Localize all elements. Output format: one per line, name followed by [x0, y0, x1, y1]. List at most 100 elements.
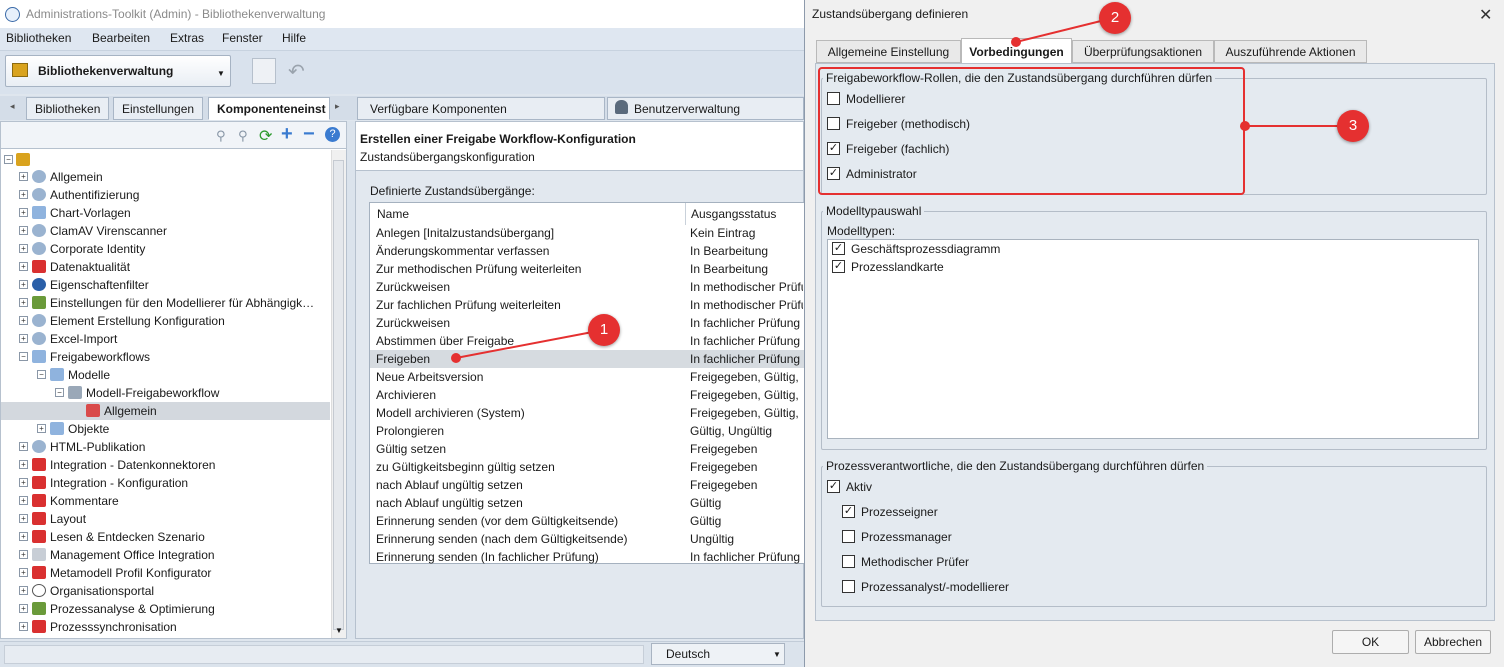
refresh-icon[interactable]: ⟳: [259, 126, 272, 146]
table-cell-name[interactable]: Modell archivieren (System): [376, 404, 682, 422]
expand-icon[interactable]: +: [19, 316, 28, 325]
expand-icon[interactable]: +: [19, 442, 28, 451]
tab-auszufuehrende-aktionen[interactable]: Auszuführende Aktionen: [1214, 40, 1367, 63]
tree-item[interactable]: + Lesen & Entdecken Szenario: [19, 528, 337, 546]
chevron-down-icon[interactable]: ▼: [217, 69, 225, 78]
expand-icon[interactable]: +: [19, 190, 28, 199]
table-cell-name[interactable]: Archivieren: [376, 386, 682, 404]
tree-item[interactable]: + Eigenschaftenfilter: [19, 276, 337, 294]
tree-item[interactable]: + Allgemein: [19, 168, 337, 186]
table-cell-name[interactable]: nach Ablauf ungültig setzen: [376, 494, 682, 512]
expand-icon[interactable]: +: [19, 208, 28, 217]
tree-item[interactable]: + Prozesssynchronisation: [19, 618, 337, 636]
language-select[interactable]: Deutsch: [651, 643, 785, 665]
tree-item[interactable]: + Integration - Konfiguration: [19, 474, 337, 492]
table-cell-status[interactable]: Freigegeben: [690, 440, 803, 458]
column-divider[interactable]: [685, 203, 686, 225]
expand-icon[interactable]: +: [19, 496, 28, 505]
ok-button[interactable]: OK: [1332, 630, 1409, 654]
table-cell-name[interactable]: Erinnerung senden (vor dem Gültigkeitsen…: [376, 512, 682, 530]
table-cell-name[interactable]: nach Ablauf ungültig setzen: [376, 476, 682, 494]
table-cell-name[interactable]: Freigeben: [376, 350, 682, 368]
table-cell-status[interactable]: Gültig, Ungültig: [690, 422, 803, 440]
table-cell-status[interactable]: In fachlicher Prüfung: [690, 314, 803, 332]
menu-extras[interactable]: Extras: [170, 31, 204, 45]
table-cell-status[interactable]: In fachlicher Prüfung: [690, 548, 803, 566]
expand-icon[interactable]: +: [19, 460, 28, 469]
table-cell-name[interactable]: Neue Arbeitsversion: [376, 368, 682, 386]
menu-bibliotheken[interactable]: Bibliotheken: [6, 31, 71, 45]
table-cell-status[interactable]: Freigegeben: [690, 458, 803, 476]
tree-item[interactable]: + Corporate Identity: [19, 240, 337, 258]
table-cell-status[interactable]: Gültig: [690, 512, 803, 530]
expand-icon[interactable]: +: [19, 172, 28, 181]
tree-item[interactable]: + Datenaktualität: [19, 258, 337, 276]
column-header-name[interactable]: Name: [377, 204, 409, 224]
splitter-handle[interactable]: [347, 121, 355, 639]
column-header-status[interactable]: Ausgangsstatus: [691, 204, 776, 224]
expand-icon[interactable]: +: [19, 514, 28, 523]
close-icon[interactable]: ✕: [1479, 5, 1492, 25]
expand-icon[interactable]: +: [19, 532, 28, 541]
menu-fenster[interactable]: Fenster: [222, 31, 263, 45]
remove-icon[interactable]: −: [303, 123, 315, 146]
tree-item[interactable]: Allgemein: [73, 402, 337, 420]
expand-icon[interactable]: +: [19, 280, 28, 289]
scroll-down-icon[interactable]: ▼: [335, 626, 343, 635]
expand-icon[interactable]: +: [19, 550, 28, 559]
expand-icon[interactable]: +: [19, 334, 28, 343]
tab-ueberpruefungsaktionen[interactable]: Überprüfungsaktionen: [1072, 40, 1214, 63]
expand-icon[interactable]: +: [19, 226, 28, 235]
owner-checkbox[interactable]: [842, 580, 855, 593]
undo-button[interactable]: ↶: [288, 62, 316, 82]
expand-icon[interactable]: +: [19, 244, 28, 253]
filter-icon[interactable]: ⚲: [216, 128, 226, 144]
save-button[interactable]: [252, 58, 276, 84]
table-cell-status[interactable]: In fachlicher Prüfung: [690, 332, 803, 350]
table-cell-name[interactable]: Erinnerung senden (nach dem Gültigkeitse…: [376, 530, 682, 548]
expand-icon[interactable]: +: [19, 298, 28, 307]
table-cell-status[interactable]: Freigegeben, Gültig,: [690, 386, 803, 404]
tree-item[interactable]: + Organisationsportal: [19, 582, 337, 600]
table-cell-name[interactable]: zu Gültigkeitsbeginn gültig setzen: [376, 458, 682, 476]
tab-komponenteneinstellungen[interactable]: Komponenteneinst: [208, 97, 330, 120]
tree-item[interactable]: − Freigabeworkflows: [19, 348, 337, 366]
table-cell-status[interactable]: Gültig: [690, 494, 803, 512]
owner-checkbox[interactable]: ✓: [842, 505, 855, 518]
table-cell-name[interactable]: Zur methodischen Prüfung weiterleiten: [376, 260, 682, 278]
tree-item[interactable]: + Metamodell Profil Konfigurator: [19, 564, 337, 582]
model-type-checkbox[interactable]: ✓: [832, 242, 845, 255]
expand-icon[interactable]: +: [19, 568, 28, 577]
tree-item[interactable]: + Prozessanalyse & Optimierung: [19, 600, 337, 618]
tree-item[interactable]: + Einstellungen für den Modellierer für A…: [19, 294, 337, 312]
table-cell-status[interactable]: In Bearbeitung: [690, 260, 803, 278]
table-cell-status[interactable]: Kein Eintrag: [690, 224, 803, 242]
tree-item[interactable]: + Authentifizierung: [19, 186, 337, 204]
model-type-checkbox[interactable]: ✓: [832, 260, 845, 273]
cancel-button[interactable]: Abbrechen: [1415, 630, 1491, 654]
table-cell-status[interactable]: Ungültig: [690, 530, 803, 548]
tree-item[interactable]: + Excel-Import: [19, 330, 337, 348]
table-cell-status[interactable]: Freigegeben: [690, 476, 803, 494]
table-cell-name[interactable]: Zurückweisen: [376, 314, 682, 332]
collapse-icon[interactable]: −: [37, 370, 46, 379]
table-cell-name[interactable]: Anlegen [Initalzustandsübergang]: [376, 224, 682, 242]
table-cell-name[interactable]: Abstimmen über Freigabe: [376, 332, 682, 350]
tab-scroll-right-icon[interactable]: ▸: [335, 101, 340, 112]
expand-icon[interactable]: +: [19, 604, 28, 613]
menu-bearbeiten[interactable]: Bearbeiten: [92, 31, 150, 45]
tab-bibliotheken[interactable]: Bibliotheken: [26, 97, 110, 120]
tree-item[interactable]: + Management Office Integration: [19, 546, 337, 564]
menu-hilfe[interactable]: Hilfe: [282, 31, 306, 45]
tab-einstellungen[interactable]: Einstellungen: [113, 97, 204, 120]
tree-item[interactable]: − Modelle: [37, 366, 337, 384]
expand-icon[interactable]: +: [19, 262, 28, 271]
expand-icon[interactable]: +: [19, 478, 28, 487]
expand-icon[interactable]: +: [19, 586, 28, 595]
table-cell-name[interactable]: Prolongieren: [376, 422, 682, 440]
tree-item[interactable]: + Chart-Vorlagen: [19, 204, 337, 222]
library-combo[interactable]: Bibliothekenverwaltung: [5, 55, 231, 87]
tree-item[interactable]: + HTML-Publikation: [19, 438, 337, 456]
table-cell-name[interactable]: Änderungskommentar verfassen: [376, 242, 682, 260]
table-cell-status[interactable]: Freigegeben, Gültig,: [690, 368, 803, 386]
